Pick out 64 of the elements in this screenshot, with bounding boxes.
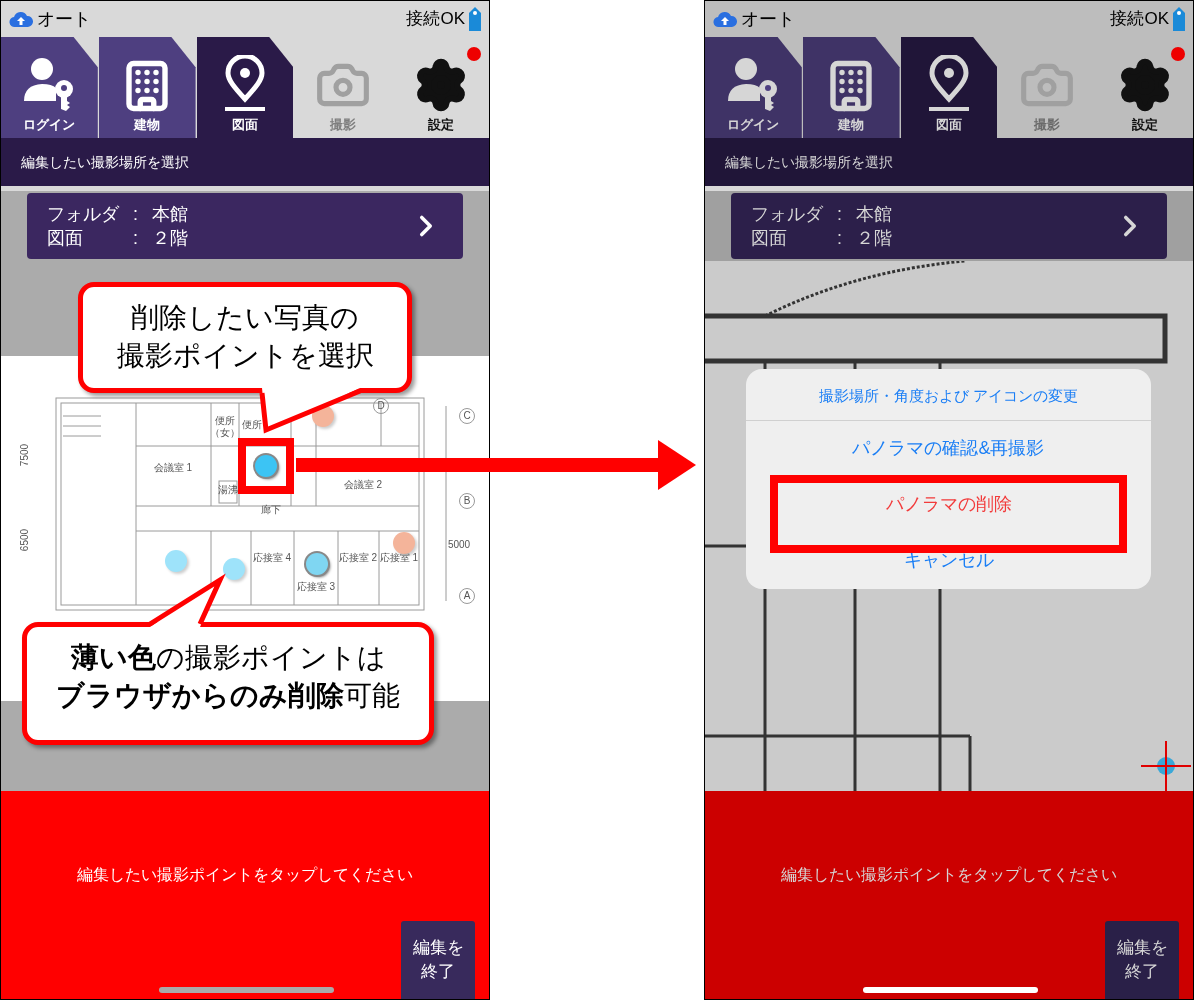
location-card[interactable]: フォルダ : 本館 図面 : ２階 <box>731 193 1167 259</box>
tag-icon <box>1173 7 1185 31</box>
nav-tab[interactable]: 設定 <box>1096 37 1193 138</box>
drawing-value: ２階 <box>152 227 188 250</box>
tab-label: 建物 <box>838 115 865 134</box>
shooting-point[interactable] <box>393 532 415 554</box>
plan-label: 応接室 4 <box>252 553 292 563</box>
nav-tab[interactable]: 図面 <box>196 37 294 138</box>
connection-status: 接続OK <box>1110 8 1169 31</box>
plan-label: （女） <box>210 428 240 438</box>
tab-label: ログイン <box>727 115 780 134</box>
tab-label: 図面 <box>232 115 258 134</box>
app-mode-label: オート <box>741 7 795 31</box>
tab-label: 設定 <box>427 115 454 134</box>
plan-label: 廊下 <box>261 505 281 515</box>
plan-label: 会議室 1 <box>153 463 193 473</box>
instruction-text: 編集したい撮影ポイントをタップしてください <box>77 865 413 885</box>
plan-label: 5000 <box>447 540 471 550</box>
tab-label: 図面 <box>936 115 962 134</box>
drawing-label: 図面 <box>751 227 788 250</box>
location-card[interactable]: フォルダ : 本館 図面 : ２階 <box>27 193 463 259</box>
header-text: 編集したい撮影場所を選択 <box>725 152 893 172</box>
plan-label: 便所 <box>242 420 262 430</box>
folder-label: フォルダ <box>751 203 823 226</box>
header-text: 編集したい撮影場所を選択 <box>21 152 189 172</box>
end-edit-button[interactable]: 編集を終了 <box>1105 921 1179 999</box>
folder-value: 本館 <box>152 203 188 226</box>
plan-label: 応接室 1 <box>379 553 419 563</box>
drawing-label: 図面 <box>47 227 84 250</box>
separator: : <box>837 203 842 226</box>
plan-label: 7500 <box>20 443 30 467</box>
nav-tab[interactable]: 図面 <box>900 37 998 138</box>
instruction-text: 編集したい撮影ポイントをタップしてください <box>781 865 1117 885</box>
action-option[interactable]: 撮影場所・角度および アイコンの変更 <box>818 385 1079 408</box>
nav-tab[interactable]: 設定 <box>392 37 489 138</box>
shooting-point[interactable] <box>255 455 277 477</box>
nav-tab[interactable]: ログイン <box>705 37 802 138</box>
folder-value: 本館 <box>856 203 892 226</box>
plan-label: 応接室 3 <box>296 582 336 592</box>
separator: : <box>837 227 842 250</box>
cloud-icon <box>713 10 737 28</box>
plan-label: 応接室 2 <box>338 553 378 563</box>
plan-label: 6500 <box>20 528 30 552</box>
nav-tab[interactable]: 建物 <box>802 37 900 138</box>
connection-status: 接続OK <box>406 8 465 31</box>
folder-label: フォルダ <box>47 203 119 226</box>
tab-label: ログイン <box>23 115 76 134</box>
shooting-point[interactable] <box>306 553 328 575</box>
tab-label: 建物 <box>134 115 161 134</box>
plan-label: 便所 <box>215 416 235 426</box>
tab-label: 設定 <box>1131 115 1158 134</box>
nav-tab[interactable]: ログイン <box>1 37 98 138</box>
app-mode-label: オート <box>37 7 91 31</box>
separator: : <box>133 227 138 250</box>
end-edit-button[interactable]: 編集を終了 <box>401 921 475 999</box>
plan-label: 湯沸 <box>218 485 238 495</box>
cloud-icon <box>9 10 33 28</box>
tag-icon <box>469 7 481 31</box>
nav-tab[interactable]: 建物 <box>98 37 196 138</box>
tab-label: 撮影 <box>1033 115 1060 134</box>
drawing-value: ２階 <box>856 227 892 250</box>
tab-label: 撮影 <box>329 115 356 134</box>
plan-label: 会議室 2 <box>343 480 383 490</box>
separator: : <box>133 203 138 226</box>
